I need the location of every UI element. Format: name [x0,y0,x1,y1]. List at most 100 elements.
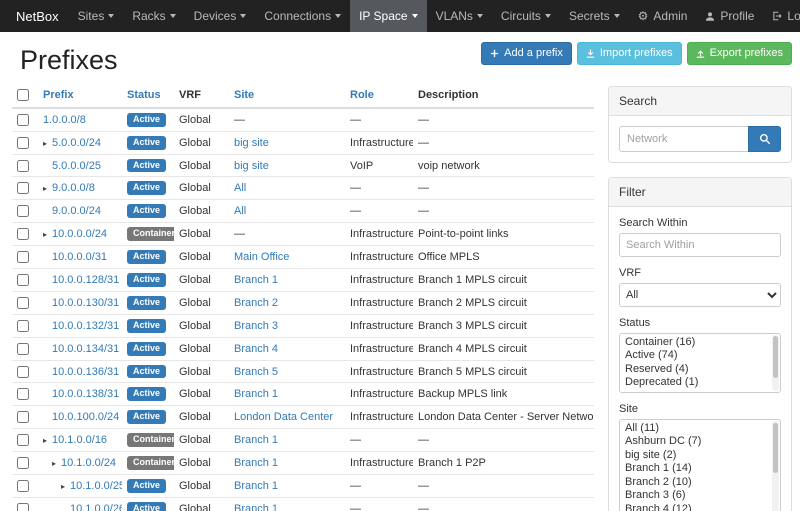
nav-item-sites[interactable]: Sites [69,0,124,32]
filter-option[interactable]: Reserved (4) [620,363,780,377]
expand-toggle-icon[interactable]: ▸ [61,482,70,491]
nav-item-connections[interactable]: Connections [255,0,350,32]
site-link[interactable]: London Data Center [234,411,333,423]
scrollbar[interactable] [772,421,779,511]
filter-option[interactable]: All (11) [620,422,780,436]
row-checkbox[interactable] [17,480,29,492]
filter-option[interactable]: Branch 4 (12) [620,503,780,511]
expand-toggle-icon[interactable]: ▸ [43,184,52,193]
prefix-link[interactable]: 10.0.0.0/31 [52,251,107,263]
export-prefixes-button[interactable]: Export prefixes [687,42,792,65]
site-link[interactable]: Branch 2 [234,297,278,309]
site-filter-list[interactable]: All (11)Ashburn DC (7)big site (2)Branch… [619,419,781,511]
nav-item-devices[interactable]: Devices [185,0,256,32]
row-checkbox[interactable] [17,274,29,286]
row-checkbox[interactable] [17,343,29,355]
expand-toggle-icon[interactable]: ▸ [43,436,52,445]
site-link[interactable]: All [234,182,246,194]
import-prefixes-button[interactable]: Import prefixes [577,42,682,65]
filter-option[interactable]: Deprecated (1) [620,376,780,390]
row-checkbox[interactable] [17,503,29,511]
prefix-link[interactable]: 10.0.0.0/24 [52,228,107,240]
nav-item-circuits[interactable]: Circuits [492,0,560,32]
column-header-status[interactable]: Status [122,86,174,108]
prefix-link[interactable]: 10.0.0.138/31 [52,388,119,400]
site-link[interactable]: Branch 1 [234,434,278,446]
site-link[interactable]: Branch 1 [234,503,278,511]
prefix-link[interactable]: 10.0.100.0/24 [52,411,119,423]
site-link[interactable]: All [234,205,246,217]
row-checkbox[interactable] [17,251,29,263]
row-checkbox[interactable] [17,297,29,309]
row-checkbox[interactable] [17,457,29,469]
expand-toggle-icon[interactable]: ▸ [52,459,61,468]
column-header-prefix[interactable]: Prefix [38,86,122,108]
site-link[interactable]: Branch 3 [234,320,278,332]
row-checkbox[interactable] [17,228,29,240]
nav-item-vlans[interactable]: VLANs [427,0,492,32]
search-button[interactable] [748,126,781,152]
prefix-link[interactable]: 10.1.0.0/16 [52,434,107,446]
row-checkbox[interactable] [17,411,29,423]
search-input[interactable] [619,126,748,152]
prefix-link[interactable]: 10.1.0.0/25 [70,480,122,492]
site-link[interactable]: big site [234,137,269,149]
site-link[interactable]: big site [234,160,269,172]
nav-item-log-out[interactable]: Log out [763,0,800,32]
add-prefix-button[interactable]: Add a prefix [481,42,572,65]
prefix-link[interactable]: 10.1.0.0/26 [70,503,122,511]
site-link[interactable]: Branch 1 [234,480,278,492]
prefix-link[interactable]: 5.0.0.0/24 [52,137,101,149]
prefix-link[interactable]: 9.0.0.0/8 [52,182,95,194]
prefix-link[interactable]: 10.0.0.130/31 [52,297,119,309]
filter-option[interactable]: Ashburn DC (7) [620,435,780,449]
app-logo[interactable]: NetBox [6,0,69,32]
prefix-link[interactable]: 10.0.0.136/31 [52,366,119,378]
filter-option[interactable]: Container (16) [620,336,780,350]
prefix-link[interactable]: 1.0.0.0/8 [43,114,86,126]
search-within-input[interactable] [619,233,781,257]
nav-item-racks[interactable]: Racks [123,0,184,32]
prefix-link[interactable]: 5.0.0.0/25 [52,160,101,172]
nav-item-secrets[interactable]: Secrets [560,0,629,32]
nav-item-profile[interactable]: Profile [696,0,763,32]
prefix-link[interactable]: 9.0.0.0/24 [52,205,101,217]
status-filter-list[interactable]: Container (16)Active (74)Reserved (4)Dep… [619,333,781,393]
site-link[interactable]: Branch 4 [234,343,278,355]
row-checkbox[interactable] [17,182,29,194]
column-header-role[interactable]: Role [345,86,413,108]
scrollbar[interactable] [772,335,779,391]
nav-item-admin[interactable]: ⚙Admin [629,0,697,32]
expand-toggle-icon[interactable]: ▸ [43,230,52,239]
site-link[interactable]: Branch 5 [234,366,278,378]
column-header-site[interactable]: Site [229,86,345,108]
select-all-checkbox[interactable] [17,89,29,101]
row-checkbox[interactable] [17,160,29,172]
row-checkbox[interactable] [17,205,29,217]
site-link[interactable]: Main Office [234,251,289,263]
filter-option[interactable]: Branch 3 (6) [620,489,780,503]
vrf-select[interactable]: All [619,283,781,307]
import-icon [586,49,595,58]
scrollbar-thumb[interactable] [773,423,778,474]
site-link[interactable]: Branch 1 [234,388,278,400]
site-link[interactable]: Branch 1 [234,457,278,469]
prefix-link[interactable]: 10.0.0.132/31 [52,320,119,332]
nav-item-ip-space[interactable]: IP Space [350,0,426,32]
row-checkbox[interactable] [17,320,29,332]
row-checkbox[interactable] [17,388,29,400]
row-checkbox[interactable] [17,114,29,126]
prefix-link[interactable]: 10.0.0.134/31 [52,343,119,355]
row-checkbox[interactable] [17,434,29,446]
filter-option[interactable]: Active (74) [620,349,780,363]
row-checkbox[interactable] [17,366,29,378]
filter-option[interactable]: Branch 1 (14) [620,462,780,476]
filter-option[interactable]: big site (2) [620,449,780,463]
expand-toggle-icon[interactable]: ▸ [43,139,52,148]
site-link[interactable]: Branch 1 [234,274,278,286]
prefix-link[interactable]: 10.1.0.0/24 [61,457,116,469]
scrollbar-thumb[interactable] [773,336,778,378]
filter-option[interactable]: Branch 2 (10) [620,476,780,490]
row-checkbox[interactable] [17,137,29,149]
prefix-link[interactable]: 10.0.0.128/31 [52,274,119,286]
